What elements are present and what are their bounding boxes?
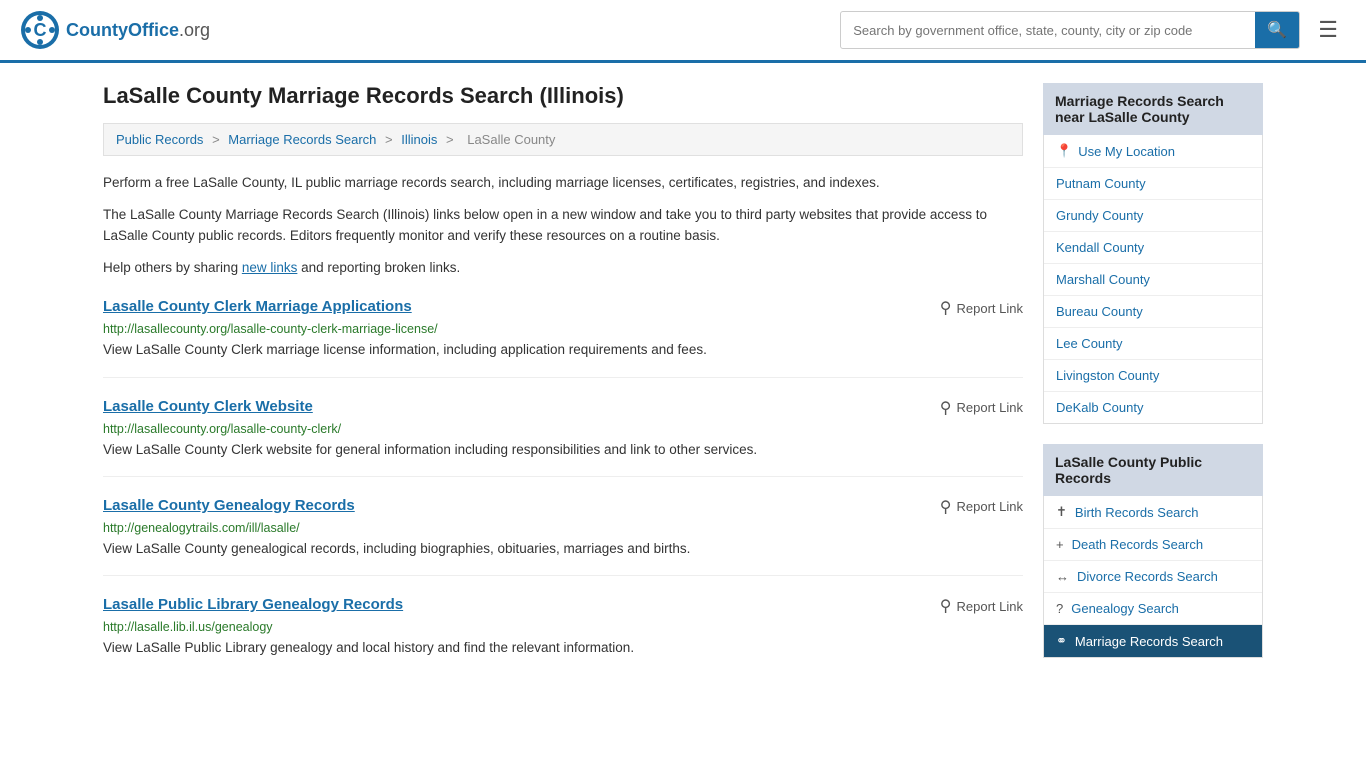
sidebar-nearby-list: 📍 Use My Location Putnam County Grundy C… [1043,135,1263,424]
divorce-icon: ↔ [1056,569,1069,584]
sidebar-bureau[interactable]: Bureau County [1044,296,1262,328]
genealogy-icon: ? [1056,601,1063,616]
result-desc-2: View LaSalle County Clerk website for ge… [103,440,1023,460]
sidebar-dekalb[interactable]: DeKalb County [1044,392,1262,423]
result-url-1: http://lasallecounty.org/lasalle-county-… [103,322,1023,336]
sidebar-nearby-header: Marriage Records Search near LaSalle Cou… [1043,83,1263,135]
result-link-2[interactable]: Lasalle County Clerk Website [103,398,313,415]
report-link-2[interactable]: ⚲ Report Link [940,398,1023,418]
new-links-link[interactable]: new links [242,260,298,275]
sidebar-livingston[interactable]: Livingston County [1044,360,1262,392]
logo-text: CountyOffice.org [66,20,210,41]
report-link-1[interactable]: ⚲ Report Link [940,298,1023,318]
use-location-link[interactable]: Use My Location [1078,144,1175,159]
report-link-4[interactable]: ⚲ Report Link [940,596,1023,616]
logo-icon: C [20,10,60,50]
sidebar-public-records-header: LaSalle County Public Records [1043,444,1263,496]
marriage-icon: ⚭ [1056,633,1067,649]
result-title-4: Lasalle Public Library Genealogy Records [103,596,403,613]
result-desc-1: View LaSalle County Clerk marriage licen… [103,340,1023,360]
menu-icon[interactable]: ☰ [1310,13,1346,47]
result-title-1: Lasalle County Clerk Marriage Applicatio… [103,298,412,315]
result-header-4: Lasalle Public Library Genealogy Records… [103,596,1023,616]
result-item-1: Lasalle County Clerk Marriage Applicatio… [103,298,1023,377]
sidebar-divorce-records[interactable]: ↔ Divorce Records Search [1044,561,1262,593]
report-icon-1: ⚲ [940,298,952,318]
breadcrumb-lasalle: LaSalle County [467,132,555,147]
breadcrumb-sep-2: > [385,132,396,147]
result-header-1: Lasalle County Clerk Marriage Applicatio… [103,298,1023,318]
result-header-3: Lasalle County Genealogy Records ⚲ Repor… [103,497,1023,517]
sidebar-marshall[interactable]: Marshall County [1044,264,1262,296]
report-icon-3: ⚲ [940,497,952,517]
birth-icon: ✝ [1056,504,1067,520]
report-icon-2: ⚲ [940,398,952,418]
result-link-3[interactable]: Lasalle County Genealogy Records [103,497,355,514]
death-icon: + [1056,537,1064,552]
sidebar: Marriage Records Search near LaSalle Cou… [1043,83,1263,678]
svg-text:C: C [34,20,47,40]
header-right: 🔍 ☰ [840,11,1346,49]
page-title: LaSalle County Marriage Records Search (… [103,83,1023,109]
sidebar-public-records-section: LaSalle County Public Records ✝ Birth Re… [1043,444,1263,658]
result-url-3: http://genealogytrails.com/ill/lasalle/ [103,521,1023,535]
result-url-2: http://lasallecounty.org/lasalle-county-… [103,422,1023,436]
search-input[interactable] [841,15,1255,46]
result-item-4: Lasalle Public Library Genealogy Records… [103,596,1023,674]
result-item-2: Lasalle County Clerk Website ⚲ Report Li… [103,398,1023,477]
main-container: LaSalle County Marriage Records Search (… [83,63,1283,698]
result-title-2: Lasalle County Clerk Website [103,398,313,415]
result-title-3: Lasalle County Genealogy Records [103,497,355,514]
result-desc-4: View LaSalle Public Library genealogy an… [103,638,1023,658]
sidebar-putnam[interactable]: Putnam County [1044,168,1262,200]
report-icon-4: ⚲ [940,596,952,616]
result-header-2: Lasalle County Clerk Website ⚲ Report Li… [103,398,1023,418]
breadcrumb: Public Records > Marriage Records Search… [103,123,1023,156]
use-location-item[interactable]: 📍 Use My Location [1044,135,1262,168]
breadcrumb-public-records[interactable]: Public Records [116,132,203,147]
search-button[interactable]: 🔍 [1255,12,1299,48]
result-link-4[interactable]: Lasalle Public Library Genealogy Records [103,596,403,613]
search-bar: 🔍 [840,11,1300,49]
content-area: LaSalle County Marriage Records Search (… [103,83,1023,678]
header: C CountyOffice.org 🔍 ☰ [0,0,1366,63]
sidebar-grundy[interactable]: Grundy County [1044,200,1262,232]
sidebar-public-records-list: ✝ Birth Records Search + Death Records S… [1043,496,1263,658]
sidebar-nearby-section: Marriage Records Search near LaSalle Cou… [1043,83,1263,424]
sidebar-genealogy[interactable]: ? Genealogy Search [1044,593,1262,625]
sidebar-death-records[interactable]: + Death Records Search [1044,529,1262,561]
description-1: Perform a free LaSalle County, IL public… [103,172,1023,194]
pin-icon: 📍 [1056,143,1072,159]
sidebar-lee[interactable]: Lee County [1044,328,1262,360]
sidebar-kendall[interactable]: Kendall County [1044,232,1262,264]
breadcrumb-marriage-records[interactable]: Marriage Records Search [228,132,376,147]
result-desc-3: View LaSalle County genealogical records… [103,539,1023,559]
description-3: Help others by sharing new links and rep… [103,257,1023,279]
result-link-1[interactable]: Lasalle County Clerk Marriage Applicatio… [103,298,412,315]
result-item-3: Lasalle County Genealogy Records ⚲ Repor… [103,497,1023,576]
breadcrumb-illinois[interactable]: Illinois [401,132,437,147]
breadcrumb-sep-1: > [212,132,223,147]
report-link-3[interactable]: ⚲ Report Link [940,497,1023,517]
breadcrumb-sep-3: > [446,132,457,147]
description-2: The LaSalle County Marriage Records Sear… [103,204,1023,247]
sidebar-birth-records[interactable]: ✝ Birth Records Search [1044,496,1262,529]
sidebar-marriage-records[interactable]: ⚭ Marriage Records Search [1044,625,1262,657]
logo-area: C CountyOffice.org [20,10,210,50]
result-url-4: http://lasalle.lib.il.us/genealogy [103,620,1023,634]
